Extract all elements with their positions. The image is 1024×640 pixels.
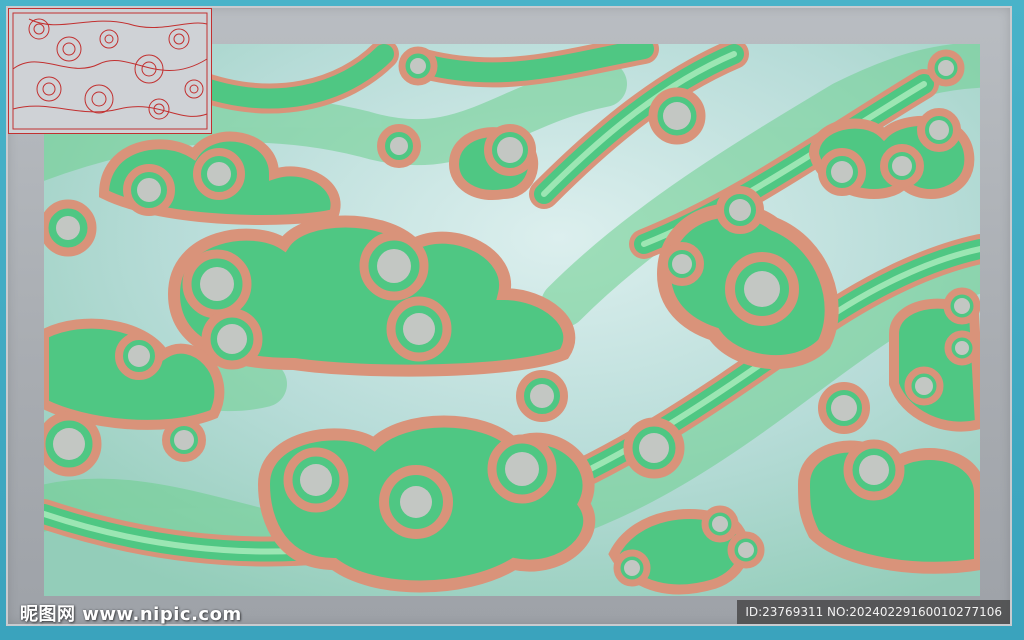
thumbnail-line-art [12, 12, 208, 130]
image-id-badge: ID:23769311 NO:20240229160010277106 [737, 600, 1010, 624]
watermark-site: www.nipic.com [82, 604, 242, 625]
line-drawing-thumbnail [8, 8, 212, 134]
watermark-text: 昵图网 www.nipic.com [20, 600, 242, 626]
watermark-logo: 昵图网 [20, 604, 76, 625]
